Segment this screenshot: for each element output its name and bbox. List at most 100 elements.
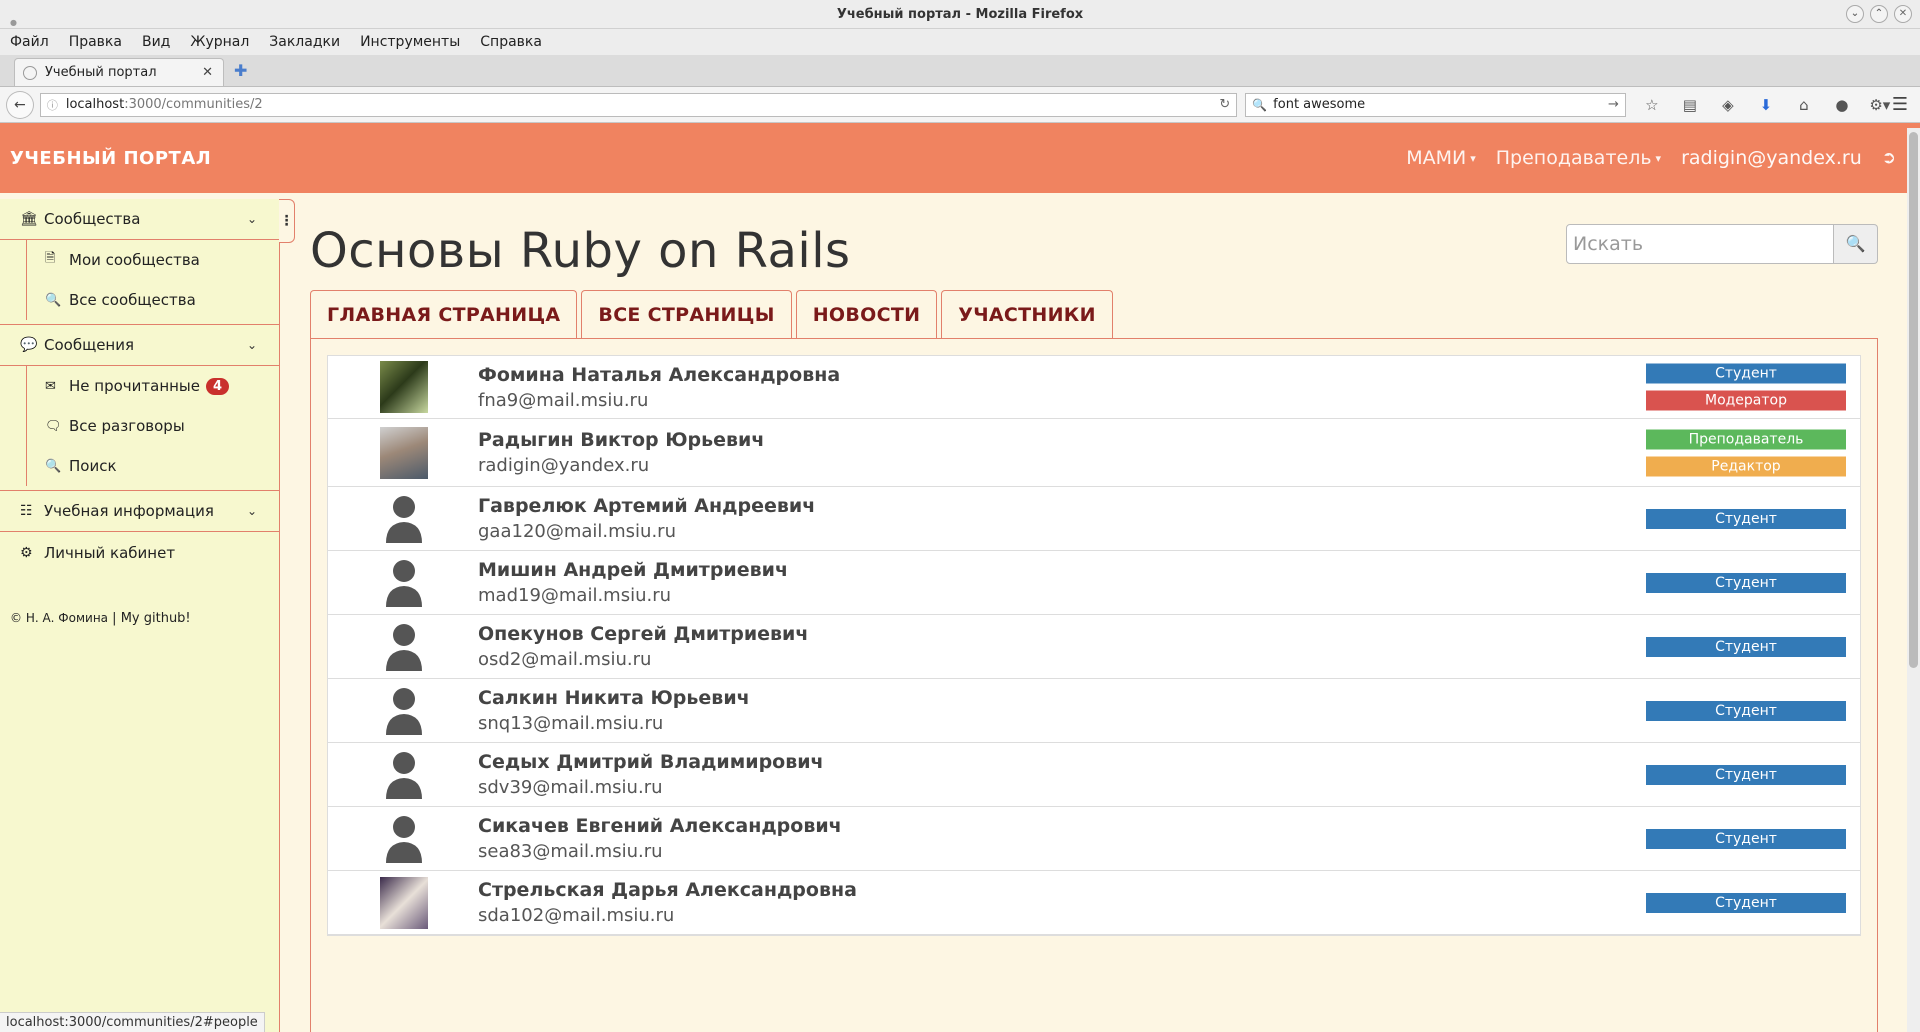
user-email-link[interactable]: radigin@yandex.ru [1681, 147, 1862, 169]
member-info: Гаврелюк Артемий Андреевич gaa120@mail.ms… [478, 495, 815, 542]
member-name[interactable]: Салкин Никита Юрьевич [478, 687, 750, 709]
page-title: Основы Ruby on Rails [310, 223, 851, 279]
people-list: Фомина Наталья Александровна fna9@mail.ms… [327, 355, 1861, 936]
avatar[interactable] [380, 813, 428, 865]
chat-icon[interactable]: ● [1830, 96, 1854, 114]
member-row: Стрельская Дарья Александровна sda102@mai… [328, 871, 1860, 935]
member-email: radigin@yandex.ru [478, 455, 650, 476]
tab-all-pages[interactable]: ВСЕ СТРАНИЦЫ [581, 290, 792, 338]
github-link[interactable]: My github! [121, 611, 191, 626]
download-icon[interactable]: ⬇ [1754, 96, 1778, 114]
role-dropdown[interactable]: Преподаватель ▾ [1496, 147, 1661, 169]
bookmark-star-icon[interactable]: ☆ [1640, 96, 1664, 114]
role-badge-student: Студент [1646, 764, 1846, 785]
search-button[interactable]: 🔍 [1834, 224, 1878, 264]
extension-icon[interactable]: ⚙▾ [1868, 96, 1892, 114]
search-input[interactable] [1566, 224, 1834, 264]
member-roles: Студент [1646, 892, 1846, 913]
search-icon: 🔍 [1845, 236, 1866, 253]
avatar[interactable] [380, 493, 428, 545]
scrollbar-thumb[interactable] [1909, 132, 1918, 668]
sidebar-section-account[interactable]: ⚙ Личный кабинет [0, 532, 279, 573]
member-row: Радыгин Виктор Юрьевич radigin@yandex.ru П… [328, 419, 1860, 487]
close-window-icon[interactable]: ✕ [1894, 5, 1912, 23]
sidebar-item-unread[interactable]: ✉ Не прочитанные 4 [26, 366, 279, 406]
logout-icon[interactable]: ➲ [1882, 148, 1896, 168]
member-name[interactable]: Мишин Андрей Дмитриевич [478, 559, 788, 581]
sidebar-item-label: Поиск [69, 457, 117, 475]
new-tab-icon[interactable]: ✚ [234, 61, 247, 80]
sidebar-messages-label: Сообщения [44, 336, 135, 354]
search-go-icon[interactable]: → [1608, 97, 1619, 112]
menu-history[interactable]: Журнал [180, 34, 259, 50]
member-name[interactable]: Опекунов Сергей Дмитриевич [478, 623, 808, 645]
member-row: Салкин Никита Юрьевич snq13@mail.msiu.ru С… [328, 679, 1860, 743]
brand-logo[interactable]: УЧЕБНЫЙ ПОРТАЛ [10, 148, 211, 169]
member-row: Сикачев Евгений Александрович sea83@mail.… [328, 807, 1860, 871]
reading-list-icon[interactable]: ▤ [1678, 96, 1702, 114]
sidebar-toggle-handle[interactable]: ⋮ [279, 199, 295, 243]
avatar[interactable] [380, 621, 428, 673]
menu-tools[interactable]: Инструменты [350, 34, 470, 50]
browser-search-bar[interactable]: 🔍 font awesome → [1245, 92, 1626, 117]
sidebar-section-study-info[interactable]: ☷ Учебная информация ⌄ [0, 491, 279, 532]
avatar[interactable] [380, 426, 428, 479]
info-icon[interactable]: ⓘ [47, 97, 58, 113]
avatar[interactable] [380, 749, 428, 801]
member-name[interactable]: Стрельская Дарья Александровна [478, 879, 857, 901]
home-icon[interactable]: ⌂ [1792, 96, 1816, 114]
member-name[interactable]: Радыгин Виктор Юрьевич [478, 429, 764, 451]
sidebar: 🏛 Сообщества ⌄ 🗎 Мои сообщества 🔍 Все со… [0, 199, 280, 1032]
avatar[interactable] [380, 557, 428, 609]
sidebar-item-label: Мои сообщества [69, 251, 200, 269]
member-info: Сикачев Евгений Александрович sea83@mail.… [478, 815, 842, 862]
browser-tab[interactable]: Учебный портал ✕ [14, 58, 224, 86]
sidebar-section-communities[interactable]: 🏛 Сообщества ⌄ [0, 199, 279, 240]
avatar[interactable] [380, 361, 428, 413]
tab-close-icon[interactable]: ✕ [202, 65, 213, 80]
menu-help[interactable]: Справка [470, 34, 552, 50]
sidebar-subgroup-messages: ✉ Не прочитанные 4 🗨 Все разговоры 🔍 Пои… [0, 366, 279, 491]
member-name[interactable]: Гаврелюк Артемий Андреевич [478, 495, 815, 517]
member-info: Фомина Наталья Александровна fna9@mail.ms… [478, 364, 840, 411]
sidebar-section-messages[interactable]: 💬 Сообщения ⌄ [0, 325, 279, 366]
org-dropdown[interactable]: МАМИ ▾ [1406, 147, 1476, 169]
envelope-icon: ✉ [45, 378, 56, 394]
menubar: Файл Правка Вид Журнал Закладки Инструме… [0, 29, 1920, 55]
menu-view[interactable]: Вид [132, 34, 180, 50]
url-bar[interactable]: ⓘ localhost:3000/communities/2 ↻ [39, 92, 1238, 117]
sidebar-item-all-communities[interactable]: 🔍 Все сообщества [26, 280, 279, 320]
sidebar-item-search[interactable]: 🔍 Поиск [26, 446, 279, 486]
avatar[interactable] [380, 685, 428, 737]
hamburger-menu-icon[interactable]: ☰ [1892, 94, 1908, 115]
user-silhouette-icon [386, 751, 422, 799]
back-icon[interactable]: ← [6, 90, 34, 119]
member-row: Мишин Андрей Дмитриевич mad19@mail.msiu.r… [328, 551, 1860, 615]
member-name[interactable]: Фомина Наталья Александровна [478, 364, 840, 386]
maximize-icon[interactable]: ⌃ [1870, 5, 1888, 23]
tab-main-page[interactable]: ГЛАВНАЯ СТРАНИЦА [310, 290, 578, 338]
avatar[interactable] [380, 876, 428, 929]
sidebar-item-my-communities[interactable]: 🗎 Мои сообщества [26, 240, 279, 280]
sidebar-subgroup-communities: 🗎 Мои сообщества 🔍 Все сообщества [0, 240, 279, 325]
page-scrollbar[interactable] [1907, 128, 1920, 1032]
user-silhouette-icon [386, 687, 422, 735]
pocket-icon[interactable]: ◈ [1716, 96, 1740, 114]
member-info: Салкин Никита Юрьевич snq13@mail.msiu.ru [478, 687, 750, 734]
role-badge-student: Студент [1646, 636, 1846, 657]
sidebar-item-all-conversations[interactable]: 🗨 Все разговоры [26, 406, 279, 446]
institution-icon: 🏛 [20, 211, 38, 227]
reload-icon[interactable]: ↻ [1219, 97, 1230, 112]
member-name[interactable]: Седых Дмитрий Владимирович [478, 751, 824, 773]
url-path: :3000/communities/2 [124, 97, 263, 112]
member-name[interactable]: Сикачев Евгений Александрович [478, 815, 842, 837]
window-menu-icon[interactable]: ● [10, 8, 17, 37]
minimize-icon[interactable]: ⌄ [1846, 5, 1864, 23]
member-email: gaa120@mail.msiu.ru [478, 521, 676, 542]
chevron-down-icon: ⌄ [246, 212, 257, 226]
tab-news[interactable]: НОВОСТИ [795, 290, 938, 338]
menu-edit[interactable]: Правка [59, 34, 132, 50]
tab-members[interactable]: УЧАСТНИКИ [941, 290, 1113, 339]
menu-bookmarks[interactable]: Закладки [259, 34, 350, 50]
member-roles: Преподаватель Редактор [1646, 429, 1846, 476]
